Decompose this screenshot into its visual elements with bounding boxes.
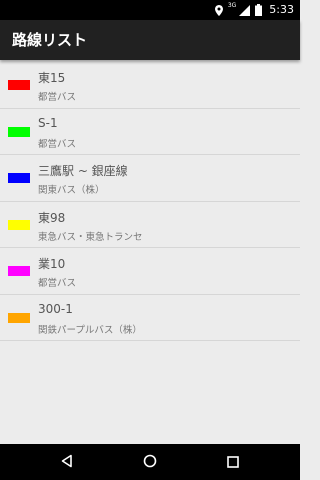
- clock: 5:33: [269, 3, 294, 16]
- page-title: 路線リスト: [12, 31, 88, 49]
- app-bar: 路線リスト: [0, 20, 300, 60]
- battery-icon: [255, 4, 263, 16]
- location-icon: [214, 4, 223, 16]
- route-item[interactable]: 300-1 関鉄パープルバス（株）: [0, 295, 300, 341]
- route-name: 三鷹駅 ~ 銀座線: [38, 164, 128, 178]
- route-operator: 東急バス・東急トランセ: [38, 231, 143, 243]
- route-name: S-1: [38, 115, 58, 130]
- home-button[interactable]: [130, 444, 170, 480]
- route-operator: 都営バス: [38, 278, 77, 289]
- recents-button[interactable]: [213, 444, 253, 480]
- route-item[interactable]: 東98 東急バス・東急トランセ: [0, 202, 300, 248]
- status-bar: 3G 5:33: [0, 0, 300, 20]
- route-item[interactable]: 三鷹駅 ~ 銀座線 関東バス（株）: [0, 155, 300, 202]
- navigation-bar: [0, 444, 300, 480]
- route-item[interactable]: 業10 都営バス: [0, 248, 300, 295]
- route-color-swatch: [8, 173, 30, 183]
- home-icon: [143, 453, 157, 472]
- route-color-swatch: [8, 126, 30, 137]
- network-type-label: 3G: [227, 2, 237, 9]
- route-list: 東15 都営バス S-1 都営バス 三鷹駅 ~ 銀座線 関東バス（株） 東98 …: [0, 62, 300, 341]
- recents-icon: [227, 453, 239, 472]
- route-color-swatch: [8, 219, 30, 230]
- route-item[interactable]: 東15 都営バス: [0, 62, 300, 109]
- signal-icon: [239, 4, 251, 16]
- route-item[interactable]: S-1 都営バス: [0, 109, 300, 155]
- route-name: 東15: [38, 71, 66, 85]
- route-color-swatch: [8, 80, 30, 90]
- status-icons: 3G 5:33: [214, 0, 294, 20]
- route-name: 業10: [38, 257, 66, 271]
- route-operator: 都営バス: [38, 92, 77, 103]
- route-operator: 都営バス: [38, 138, 77, 150]
- back-button[interactable]: [47, 444, 87, 480]
- route-color-swatch: [8, 312, 30, 323]
- route-name: 東98: [38, 210, 66, 225]
- route-operator: 関東バス（株）: [38, 185, 105, 196]
- route-operator: 関鉄パープルバス（株）: [38, 324, 142, 336]
- route-name: 300-1: [38, 301, 73, 316]
- back-icon: [60, 453, 74, 472]
- route-color-swatch: [8, 266, 30, 276]
